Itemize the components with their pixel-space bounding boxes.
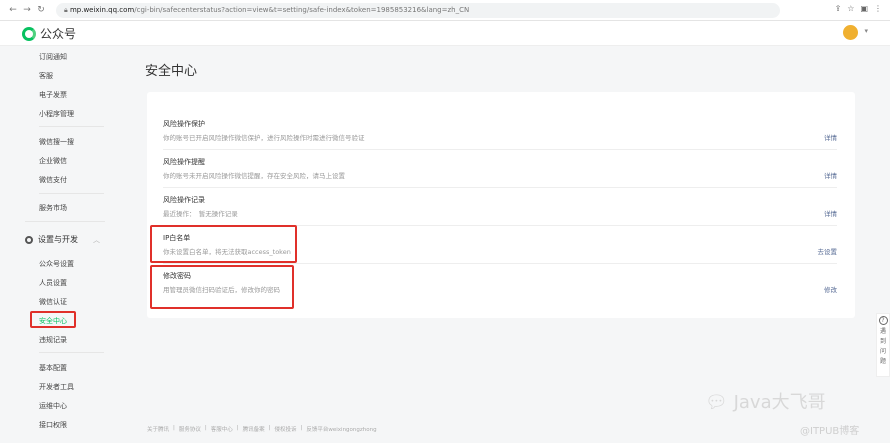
- row-desc: 你的账号未开启风险操作微信提醒，存在安全风险，请马上设置: [163, 172, 345, 180]
- forward-icon[interactable]: →: [20, 5, 34, 15]
- sidebar-item[interactable]: 基本配置: [39, 363, 67, 373]
- details-link[interactable]: 详情: [824, 170, 837, 180]
- app-header: 公众号 ▾: [0, 21, 890, 46]
- back-icon[interactable]: ←: [6, 5, 20, 15]
- footer-link[interactable]: 腾讯备案: [243, 425, 265, 433]
- wechat-icon: 💬︎: [705, 392, 728, 413]
- help-button[interactable]: ? 遇 到 问 题: [876, 313, 890, 377]
- sidebar-item[interactable]: 人员设置: [39, 278, 67, 288]
- divider: [39, 126, 104, 127]
- details-link[interactable]: 详情: [824, 132, 837, 142]
- footer-link[interactable]: 反馈平台weixingongzhong: [306, 425, 376, 433]
- chevron-down-icon[interactable]: ▾: [864, 27, 868, 35]
- sidebar-group-settings[interactable]: 设置与开发: [25, 234, 78, 245]
- separator: |: [300, 425, 303, 431]
- sidebar-item[interactable]: 微信支付: [39, 175, 67, 185]
- sidebar-item[interactable]: 接口权限: [39, 420, 67, 430]
- setup-link[interactable]: 去设置: [818, 246, 838, 256]
- question-icon: ?: [878, 316, 888, 325]
- list-item: 风险操作提醒你的账号未开启风险操作微信提醒，存在安全风险，请马上设置 详情: [163, 150, 837, 188]
- browser-bar: ← → ↻ 🔒︎ mp.weixin.qq.com/cgi-bin/safece…: [0, 0, 890, 21]
- separator: |: [173, 425, 175, 431]
- sidebar-item[interactable]: 电子发票: [39, 90, 67, 100]
- avatar[interactable]: [843, 25, 858, 40]
- separator: |: [204, 425, 207, 431]
- logo-icon: [22, 26, 36, 41]
- modify-link[interactable]: 修改: [824, 284, 837, 294]
- divider: [39, 352, 104, 353]
- sidebar: 订阅通知 客服 电子发票 小程序管理 微信搜一搜 企业微信 微信支付 服务市场 …: [0, 46, 108, 443]
- star-icon[interactable]: ☆: [847, 4, 854, 13]
- gear-icon: [25, 235, 33, 244]
- sidebar-item[interactable]: 开发者工具: [39, 382, 74, 392]
- sidebar-item[interactable]: 微信认证: [39, 297, 67, 307]
- row-title: 风险操作提醒: [163, 158, 205, 166]
- row-title: 风险操作保护: [163, 120, 205, 128]
- details-link[interactable]: 详情: [824, 208, 837, 218]
- help-label: 题: [879, 358, 886, 365]
- highlight-box: [150, 225, 297, 263]
- list-item: 风险操作记录最近操作： 暂无操作记录 详情: [163, 188, 837, 226]
- sidebar-item[interactable]: 公众号设置: [39, 259, 74, 269]
- list-item: 风险操作保护你的账号已开启风险操作微信保护，进行风险操作时需进行微信号验证 详情: [163, 112, 837, 150]
- sidebar-item[interactable]: 违规记录: [39, 335, 67, 345]
- extension-icon[interactable]: ▣: [860, 4, 868, 13]
- row-desc: 最近操作： 暂无操作记录: [163, 210, 238, 218]
- separator: |: [236, 425, 239, 431]
- footer-link[interactable]: 客服中心: [211, 425, 233, 433]
- watermark: 💬︎ Java大飞哥: [705, 392, 826, 413]
- separator: |: [268, 425, 271, 431]
- address-bar[interactable]: 🔒︎ mp.weixin.qq.com/cgi-bin/safecenterst…: [56, 2, 780, 18]
- watermark-source: @ITPUB博客: [800, 426, 860, 437]
- divider: [25, 221, 105, 222]
- help-label: 到: [879, 338, 886, 345]
- sidebar-item[interactable]: 订阅通知: [39, 52, 67, 62]
- logo[interactable]: 公众号: [22, 25, 76, 42]
- row-title: 风险操作记录: [163, 196, 205, 204]
- reload-icon[interactable]: ↻: [34, 5, 48, 15]
- sidebar-item[interactable]: 微信搜一搜: [39, 137, 74, 147]
- menu-icon[interactable]: ⋮: [874, 4, 882, 13]
- sidebar-item[interactable]: 服务市场: [39, 203, 67, 213]
- divider: [39, 193, 104, 194]
- chevron-up-icon[interactable]: ︿: [93, 235, 100, 245]
- footer-link[interactable]: 关于腾讯: [147, 425, 169, 433]
- sidebar-item[interactable]: 客服: [39, 71, 53, 81]
- help-label: 问: [879, 348, 886, 355]
- sidebar-item[interactable]: 小程序管理: [39, 109, 74, 119]
- highlight-box: [150, 265, 294, 309]
- sidebar-item[interactable]: 企业微信: [39, 156, 67, 166]
- sidebar-item[interactable]: 运维中心: [39, 401, 67, 411]
- highlight-box: [30, 311, 76, 328]
- footer-link[interactable]: 侵权投诉: [275, 425, 297, 433]
- help-label: 遇: [879, 328, 886, 335]
- footer: 关于腾讯 | 服务协议 | 客服中心 | 腾讯备案 | 侵权投诉 | 反馈平台weixin…: [147, 425, 377, 433]
- footer-link[interactable]: 服务协议: [179, 425, 201, 433]
- row-desc: 你的账号已开启风险操作微信保护，进行风险操作时需进行微信号验证: [163, 134, 365, 142]
- share-icon[interactable]: ⇪: [835, 4, 842, 13]
- page-title: 安全中心: [145, 64, 198, 79]
